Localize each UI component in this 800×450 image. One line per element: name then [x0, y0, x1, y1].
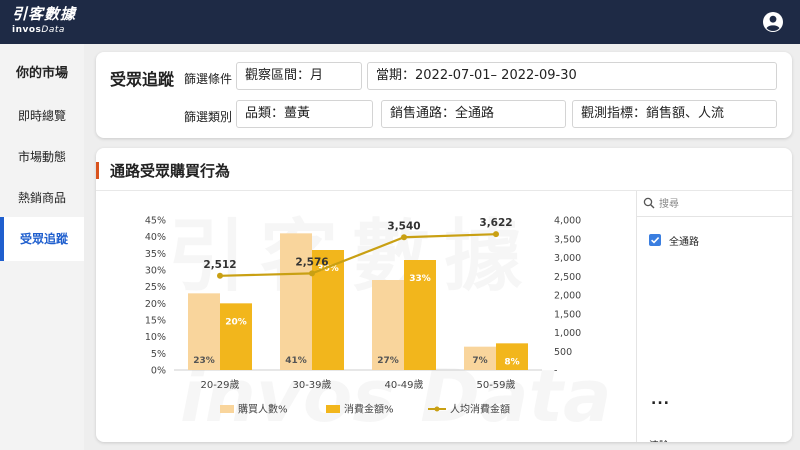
y-left-tick-label: 0%: [151, 366, 166, 377]
y-right-tick-label: 2,000: [554, 291, 581, 302]
legend-label: 購買人數%: [238, 403, 288, 416]
user-icon: [763, 12, 783, 32]
sidebar: 你的市場 即時總覽 市場動態 熱銷商品 受眾追蹤: [0, 44, 84, 450]
sidebar-item-audience-tracking[interactable]: 受眾追蹤: [0, 217, 84, 261]
more-options-button[interactable]: ...: [651, 393, 670, 407]
filter-category-label: 篩選類別: [184, 110, 233, 124]
x-tick-label: 40-49歲: [384, 378, 423, 391]
search-row: [637, 191, 792, 217]
y-right-tick-label: 1,500: [554, 309, 581, 320]
legend-swatch: [220, 405, 234, 413]
y-left-tick-label: 10%: [145, 332, 166, 343]
filter-card: 受眾追蹤 篩選條件 觀察區間：月 當期：2022-07-01– 2022-09-…: [96, 52, 792, 138]
clear-button[interactable]: 清除: [649, 437, 669, 442]
bar-spend: [220, 303, 252, 370]
bar-data-label: 8%: [504, 357, 519, 367]
legend-swatch: [326, 405, 340, 413]
bar-data-label: 41%: [285, 356, 307, 366]
observe-range-select[interactable]: 觀察區間：月: [236, 62, 362, 90]
y-left-tick-label: 5%: [151, 349, 166, 360]
x-tick-label: 20-29歲: [200, 378, 239, 391]
audience-purchase-chart: 0% 5% 10% 15% 20% 25% 30% 35% 40% 45% - 500 1,000 1,5…: [145, 216, 581, 416]
option-all-channels[interactable]: 全通路: [649, 233, 699, 248]
line-data-label: 3,540: [387, 220, 420, 232]
x-tick-label: 50-59歲: [476, 378, 515, 391]
legend-label: 消費金額%: [344, 403, 394, 416]
checkbox-checked-icon[interactable]: [649, 234, 661, 246]
period-select[interactable]: 當期：2022-07-01– 2022-09-30: [367, 62, 777, 90]
sales-channel-select[interactable]: 銷售通路：全通路: [381, 100, 566, 128]
y-left-tick-label: 35%: [145, 249, 166, 260]
y-left-tick-label: 30%: [145, 266, 166, 277]
legend-label: 人均消費金額: [450, 403, 510, 416]
y-left-tick-label: 20%: [145, 299, 166, 310]
logo-sub-bold: invos: [12, 25, 42, 35]
product-category-select[interactable]: 品類：薑黃: [236, 100, 373, 128]
avg-spend-point: [309, 270, 315, 277]
y-right-tick-label: 500: [554, 347, 572, 358]
logo-sub-text: invosData: [12, 24, 76, 36]
sidebar-title: 你的市場: [15, 66, 68, 81]
line-data-label: 2,576: [295, 256, 328, 268]
avg-spend-point: [401, 234, 407, 241]
line-data-label: 3,622: [479, 217, 512, 229]
bar-buyers: [280, 233, 312, 370]
y-left-tick-label: 15%: [145, 316, 166, 327]
x-tick-label: 30-39歲: [292, 378, 331, 391]
sidebar-item-hot-products[interactable]: 熱銷商品: [0, 176, 84, 220]
y-left-tick-label: 45%: [145, 216, 166, 227]
filter-condition-label: 篩選條件: [184, 72, 233, 86]
y-right-tick-label: -: [554, 366, 557, 377]
metric-select[interactable]: 觀測指標：銷售額、人流: [572, 100, 777, 128]
bar-data-label: 23%: [193, 356, 215, 366]
option-label: 全通路: [669, 236, 699, 248]
y-right-tick-label: 3,000: [554, 253, 581, 264]
sidebar-item-market-trends[interactable]: 市場動態: [0, 135, 84, 179]
channel-filter-panel: 全通路 ... 清除: [636, 191, 792, 442]
user-account-button[interactable]: [762, 11, 784, 33]
y-left-tick-label: 40%: [145, 232, 166, 243]
avg-spend-point: [217, 272, 223, 279]
y-right-tick-label: 2,500: [554, 272, 581, 283]
sidebar-item-overview[interactable]: 即時總覽: [0, 94, 84, 138]
bar-data-label: 27%: [377, 356, 399, 366]
logo-sub-italic: Data: [41, 25, 65, 35]
legend-line-marker: [434, 406, 440, 412]
logo-main-text: 引客數據: [12, 5, 77, 23]
chart-card: 通路受眾購買行為 引客數據 invos Data 0%5%10%15%20%25…: [96, 148, 792, 442]
search-icon: [643, 197, 655, 209]
y-left-tick-label: 25%: [145, 282, 166, 293]
avg-spend-point: [493, 231, 499, 238]
top-bar: 引客數據 invosData: [0, 0, 800, 44]
bar-data-label: 20%: [225, 317, 247, 327]
line-data-label: 2,512: [203, 259, 236, 271]
y-right-tick-label: 1,000: [554, 328, 581, 339]
bar-data-label: 7%: [472, 356, 487, 366]
search-input[interactable]: [659, 194, 787, 214]
page-title: 受眾追蹤: [110, 70, 175, 89]
bar-data-label: 33%: [409, 274, 431, 284]
y-right-tick-label: 3,500: [554, 234, 581, 245]
y-right-tick-label: 4,000: [554, 216, 581, 227]
avg-spend-line: [219, 233, 497, 277]
logo[interactable]: 引客數據 invosData: [12, 6, 76, 36]
